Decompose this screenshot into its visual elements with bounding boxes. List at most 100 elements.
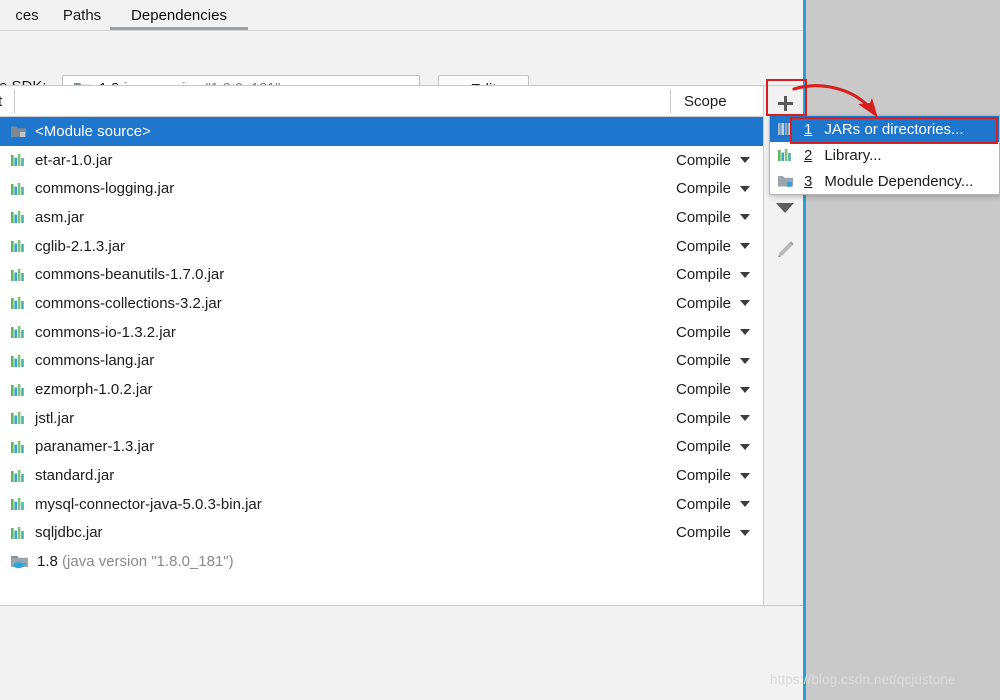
dependency-name-cell: commons-io-1.3.2.jar bbox=[0, 324, 176, 341]
dependency-name-cell: commons-collections-3.2.jar bbox=[0, 295, 222, 312]
sdk-entry-description: (java version "1.8.0_181") bbox=[62, 553, 234, 571]
chevron-down-icon[interactable] bbox=[740, 415, 751, 422]
dialog-bottom-filler bbox=[0, 606, 806, 700]
dependency-name-cell: commons-logging.jar bbox=[0, 180, 174, 197]
jar-icon bbox=[10, 410, 27, 426]
dependency-name-label: cglib-2.1.3.jar bbox=[35, 237, 126, 255]
table-row[interactable]: standard.jar Compile bbox=[0, 461, 763, 490]
chevron-down-icon[interactable] bbox=[740, 243, 751, 250]
dependency-name-label: sqljdbc.jar bbox=[35, 524, 103, 542]
chevron-down-icon[interactable] bbox=[740, 185, 751, 192]
chevron-down-icon[interactable] bbox=[740, 157, 751, 164]
chevron-down-icon[interactable] bbox=[740, 501, 751, 508]
dependency-name-label: jstl.jar bbox=[35, 409, 75, 427]
table-row[interactable]: cglib-2.1.3.jar Compile bbox=[0, 232, 763, 261]
chevron-down-icon[interactable] bbox=[740, 271, 751, 278]
jar-icon bbox=[10, 468, 27, 484]
dependency-name-cell: mysql-connector-java-5.0.3-bin.jar bbox=[0, 496, 262, 513]
scope-value: Compile bbox=[676, 266, 732, 284]
dependency-name-cell: jstl.jar bbox=[0, 410, 74, 427]
dependency-name-cell: paranamer-1.3.jar bbox=[0, 438, 154, 455]
column-divider-1[interactable] bbox=[14, 90, 15, 113]
column-header-export[interactable]: t bbox=[0, 86, 2, 116]
library-jar-icon bbox=[777, 147, 794, 163]
chevron-down-icon[interactable] bbox=[740, 386, 751, 393]
scope-cell[interactable]: Compile bbox=[676, 146, 751, 175]
move-down-button[interactable] bbox=[764, 190, 806, 226]
scope-cell[interactable]: Compile bbox=[676, 260, 751, 289]
dependency-name-label: standard.jar bbox=[35, 467, 115, 485]
tab-sources-label: ces bbox=[15, 6, 39, 24]
table-row[interactable]: commons-logging.jar Compile bbox=[0, 174, 763, 203]
column-header-scope[interactable]: Scope bbox=[684, 86, 727, 116]
scope-cell[interactable]: Compile bbox=[676, 519, 751, 548]
dependencies-table: t Scope <Module source> et-ar-1.0.jar Comp… bbox=[0, 85, 764, 606]
chevron-down-icon[interactable] bbox=[740, 443, 751, 450]
scope-cell[interactable]: Compile bbox=[676, 433, 751, 462]
add-dependency-popup-menu: 1 JARs or directories... 2 Library... 3 Modul… bbox=[769, 115, 1000, 195]
dependency-name-label: <Module source> bbox=[35, 122, 151, 140]
table-row[interactable]: commons-beanutils-1.7.0.jar Compile bbox=[0, 260, 763, 289]
dependency-name-label: commons-logging.jar bbox=[35, 180, 175, 198]
java-sdk-folder-icon bbox=[10, 553, 29, 570]
chevron-down-icon[interactable] bbox=[740, 300, 751, 307]
scope-value: Compile bbox=[676, 294, 732, 312]
dependency-name-cell: asm.jar bbox=[0, 209, 84, 226]
table-row[interactable]: commons-lang.jar Compile bbox=[0, 347, 763, 376]
scope-cell[interactable]: Compile bbox=[676, 490, 751, 519]
scope-cell[interactable]: Compile bbox=[676, 232, 751, 261]
chevron-down-icon[interactable] bbox=[740, 329, 751, 336]
table-row-sdk[interactable]: 1.8 (java version "1.8.0_181") bbox=[0, 547, 763, 576]
menu-item-label: Library... bbox=[824, 146, 882, 164]
dependency-name-cell: <Module source> bbox=[0, 123, 151, 140]
scope-value: Compile bbox=[676, 352, 732, 370]
chevron-down-icon[interactable] bbox=[740, 472, 751, 479]
dependency-name-label: ezmorph-1.0.2.jar bbox=[35, 381, 153, 399]
menu-item[interactable]: 2 Library... bbox=[770, 142, 999, 168]
dependency-name-cell: commons-beanutils-1.7.0.jar bbox=[0, 266, 224, 283]
scope-value: Compile bbox=[676, 180, 732, 198]
scope-cell[interactable]: Compile bbox=[676, 174, 751, 203]
screenshot-root: ces Paths Dependencies e SDK: bbox=[0, 0, 1000, 700]
table-row[interactable]: mysql-connector-java-5.0.3-bin.jar Compil… bbox=[0, 490, 763, 519]
dependency-name-label: commons-lang.jar bbox=[35, 352, 155, 370]
chevron-down-icon[interactable] bbox=[740, 529, 751, 536]
dependency-name-cell: commons-lang.jar bbox=[0, 352, 154, 369]
jar-icon bbox=[10, 353, 27, 369]
sdk-entry-cell: 1.8 (java version "1.8.0_181") bbox=[0, 553, 234, 570]
jar-icon bbox=[10, 181, 27, 197]
scope-cell[interactable]: Compile bbox=[676, 347, 751, 376]
jar-icon bbox=[10, 209, 27, 225]
scope-cell[interactable]: Compile bbox=[676, 375, 751, 404]
table-row[interactable]: commons-collections-3.2.jar Compile bbox=[0, 289, 763, 318]
table-row[interactable]: paranamer-1.3.jar Compile bbox=[0, 433, 763, 462]
tab-paths[interactable]: Paths bbox=[46, 0, 118, 30]
menu-item[interactable]: 3 Module Dependency... bbox=[770, 168, 999, 194]
scope-cell[interactable]: Compile bbox=[676, 461, 751, 490]
table-row[interactable]: asm.jar Compile bbox=[0, 203, 763, 232]
jar-icon bbox=[10, 295, 27, 311]
column-divider-2[interactable] bbox=[670, 90, 671, 113]
scope-value: Compile bbox=[676, 438, 732, 456]
column-header-scope-label: Scope bbox=[684, 92, 727, 110]
edit-dependency-button[interactable] bbox=[764, 234, 806, 270]
scope-cell[interactable]: Compile bbox=[676, 318, 751, 347]
dependency-name-label: paranamer-1.3.jar bbox=[35, 438, 155, 456]
scope-cell[interactable]: Compile bbox=[676, 289, 751, 318]
table-row[interactable]: ezmorph-1.0.2.jar Compile bbox=[0, 375, 763, 404]
table-row[interactable]: commons-io-1.3.2.jar Compile bbox=[0, 318, 763, 347]
table-row[interactable]: <Module source> bbox=[0, 117, 763, 146]
chevron-down-icon[interactable] bbox=[740, 214, 751, 221]
chevron-down-icon[interactable] bbox=[740, 357, 751, 364]
scope-value: Compile bbox=[676, 237, 732, 255]
jar-icon bbox=[10, 496, 27, 512]
table-row[interactable]: jstl.jar Compile bbox=[0, 404, 763, 433]
scope-value: Compile bbox=[676, 495, 732, 513]
tab-dependencies[interactable]: Dependencies bbox=[110, 0, 248, 30]
scope-cell[interactable]: Compile bbox=[676, 203, 751, 232]
dependency-name-cell: standard.jar bbox=[0, 467, 114, 484]
table-row[interactable]: et-ar-1.0.jar Compile bbox=[0, 146, 763, 175]
table-row[interactable]: sqljdbc.jar Compile bbox=[0, 519, 763, 548]
pencil-icon bbox=[774, 239, 796, 266]
scope-cell[interactable]: Compile bbox=[676, 404, 751, 433]
